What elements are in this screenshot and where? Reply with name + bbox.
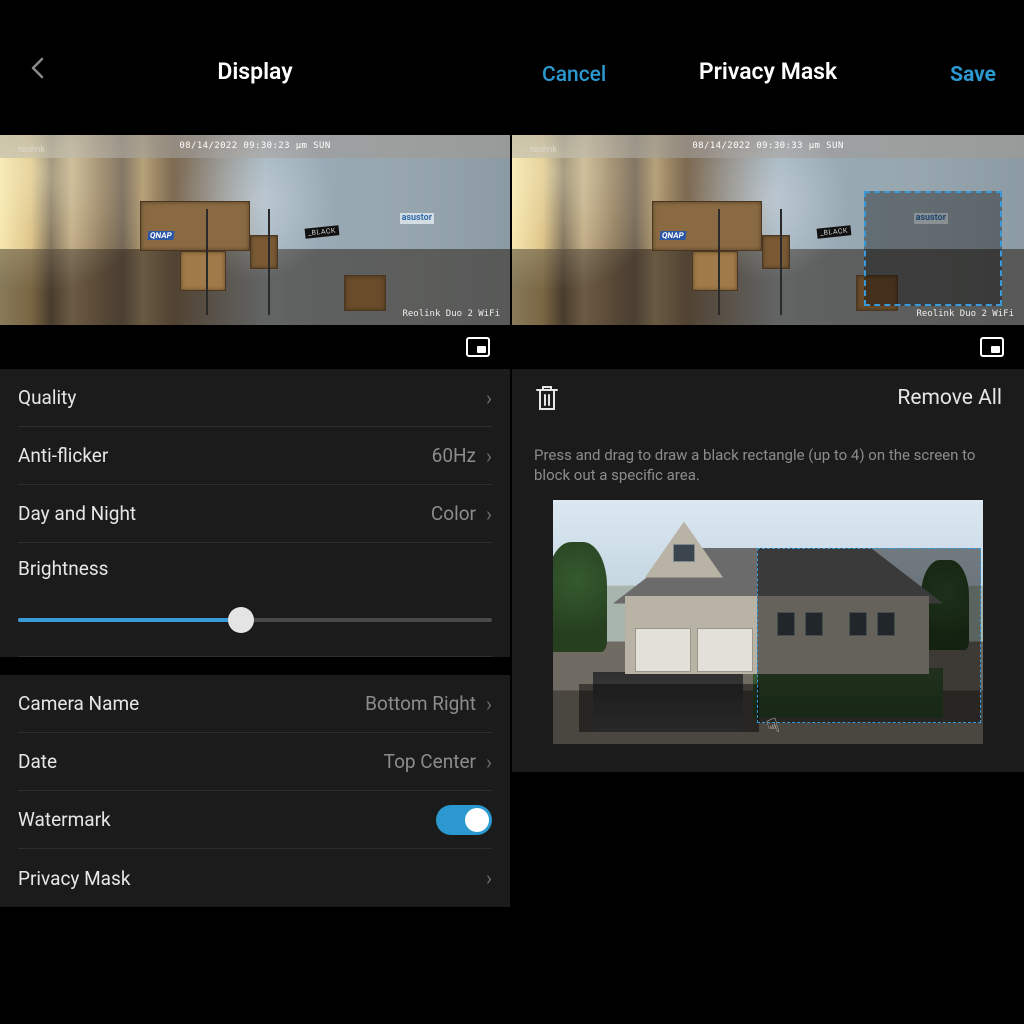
sign-qnap: QNAP: [147, 231, 174, 240]
chevron-right-icon: ›: [486, 752, 492, 772]
row-label: Date: [18, 750, 57, 773]
row-watermark[interactable]: Watermark: [18, 791, 492, 849]
preview-timestamp: 08/14/2022 09:30:23 μm SUN: [179, 141, 330, 151]
row-camera-name[interactable]: Camera Name Bottom Right ›: [18, 675, 492, 733]
save-button[interactable]: Save: [950, 63, 996, 87]
preview-watermark: reolink: [530, 145, 557, 155]
mask-region[interactable]: [864, 191, 1002, 306]
watermark-toggle[interactable]: [436, 805, 492, 835]
page-title: Display: [217, 58, 292, 85]
display-settings-list-2: Camera Name Bottom Right › Date Top Cent…: [0, 675, 510, 907]
row-label: Day and Night: [18, 502, 136, 525]
row-label: Anti-flicker: [18, 444, 108, 467]
sign-asustor: asustor: [400, 213, 434, 224]
sign-qnap: QNAP: [659, 231, 686, 240]
preview-toolbar: [0, 325, 510, 369]
chevron-right-icon: ›: [486, 504, 492, 524]
example-image[interactable]: ☟: [553, 500, 983, 744]
chevron-right-icon: ›: [486, 388, 492, 408]
row-label: Camera Name: [18, 692, 139, 715]
row-daynight[interactable]: Day and Night Color ›: [18, 485, 492, 543]
row-brightness: Brightness: [18, 543, 492, 657]
pip-icon[interactable]: [980, 337, 1004, 357]
privacy-mask-header: Cancel Privacy Mask Save: [512, 0, 1024, 135]
remove-all-button[interactable]: Remove All: [897, 386, 1002, 410]
example-area: ☟: [512, 500, 1024, 772]
instructions-text: Press and drag to draw a black rectangle…: [512, 427, 1024, 500]
brightness-slider[interactable]: [18, 608, 492, 632]
preview-model: Reolink Duo 2 WiFi: [402, 309, 500, 319]
row-value: 60Hz: [432, 444, 476, 467]
row-privacy-mask[interactable]: Privacy Mask ›: [18, 849, 492, 907]
pip-icon[interactable]: [466, 337, 490, 357]
row-quality[interactable]: Quality ›: [18, 369, 492, 427]
page-title: Privacy Mask: [699, 58, 837, 85]
camera-preview[interactable]: reolink 08/14/2022 09:30:33 μm SUN Reoli…: [512, 135, 1024, 325]
display-header: Display: [0, 0, 510, 135]
preview-model: Reolink Duo 2 WiFi: [916, 309, 1014, 319]
row-value: Bottom Right: [365, 692, 476, 715]
chevron-right-icon: ›: [486, 868, 492, 888]
chevron-right-icon: ›: [486, 446, 492, 466]
row-value: Color: [431, 502, 476, 525]
display-settings-panel: Display reolink 08/14/2022 09:30:23 μm S…: [0, 0, 512, 1024]
preview-timestamp: 08/14/2022 09:30:33 μm SUN: [692, 141, 843, 151]
row-value: Top Center: [384, 750, 476, 773]
example-mask-region[interactable]: [579, 684, 759, 732]
chevron-right-icon: ›: [486, 694, 492, 714]
row-date[interactable]: Date Top Center ›: [18, 733, 492, 791]
preview-toolbar: [512, 325, 1024, 369]
slider-fill: [18, 618, 241, 622]
row-label: Privacy Mask: [18, 867, 130, 890]
preview-watermark: reolink: [18, 145, 45, 155]
example-mask-region[interactable]: [757, 548, 981, 723]
cancel-button[interactable]: Cancel: [542, 63, 606, 87]
display-settings-list-1: Quality › Anti-flicker 60Hz › Day and Ni…: [0, 369, 510, 657]
camera-preview[interactable]: reolink 08/14/2022 09:30:23 μm SUN Reoli…: [0, 135, 510, 325]
row-label: Brightness: [18, 557, 492, 580]
row-label: Watermark: [18, 808, 111, 831]
trash-icon[interactable]: [534, 384, 560, 412]
slider-thumb[interactable]: [228, 607, 254, 633]
row-label: Quality: [18, 386, 76, 409]
back-icon[interactable]: [30, 57, 44, 85]
mask-toolbar: Remove All: [512, 369, 1024, 427]
privacy-mask-panel: Cancel Privacy Mask Save reolink 08/14/2…: [512, 0, 1024, 1024]
row-antiflicker[interactable]: Anti-flicker 60Hz ›: [18, 427, 492, 485]
